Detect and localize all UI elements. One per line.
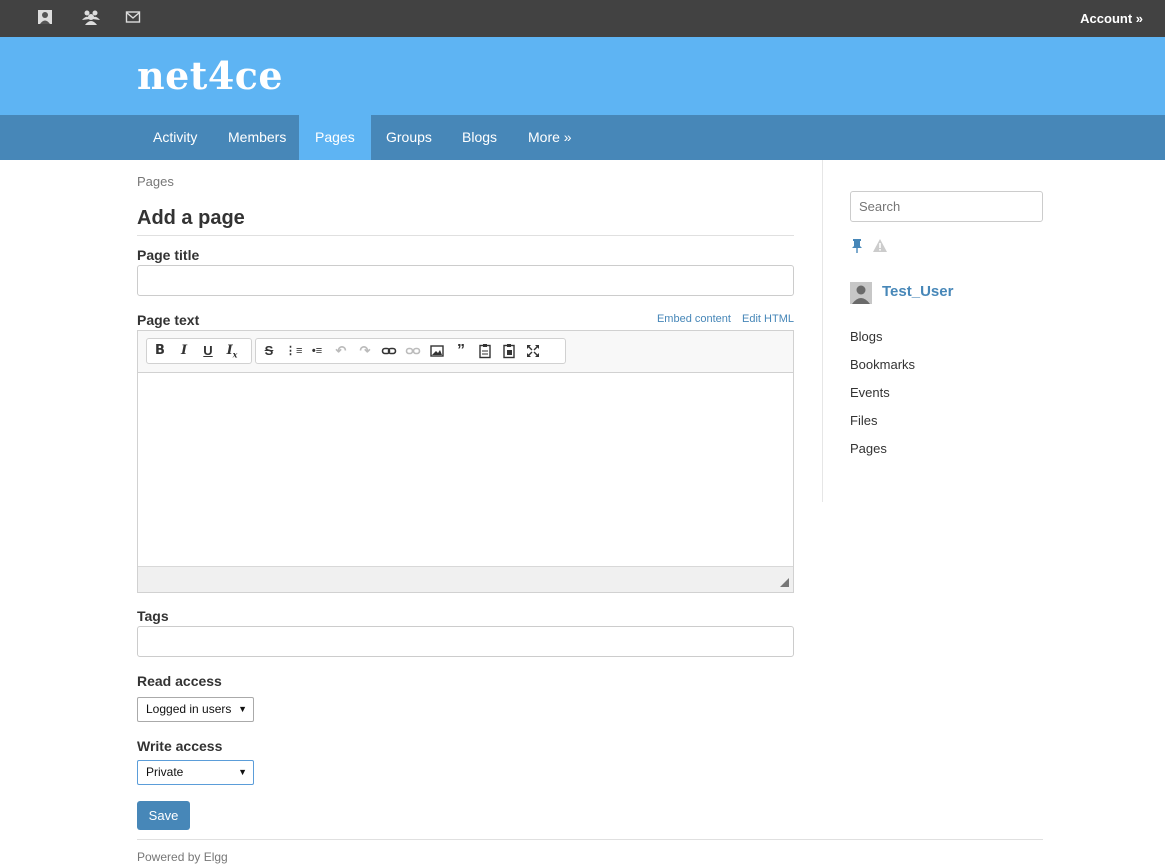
nav-item-blogs[interactable]: Blogs: [446, 115, 513, 160]
rich-text-editor: B I U Ix S ⋮≡ •≡ ↶ ↷ ”: [137, 330, 794, 593]
nav-item-activity[interactable]: Activity: [137, 115, 213, 160]
nav-item-pages[interactable]: Pages: [299, 115, 371, 160]
page-title-label: Page title: [137, 247, 200, 263]
nav-item-groups[interactable]: Groups: [370, 115, 448, 160]
toolbar-group-format: B I U Ix: [146, 338, 252, 364]
sidebar-divider: [822, 160, 823, 502]
tags-input[interactable]: [137, 626, 794, 657]
edit-html-link[interactable]: Edit HTML: [742, 313, 794, 325]
main-nav: Activity Members Pages Groups Blogs More…: [0, 115, 1165, 160]
pin-icon[interactable]: [850, 238, 866, 254]
footer-divider: [137, 839, 1043, 840]
profile-icon[interactable]: [37, 9, 55, 27]
account-menu[interactable]: Account »: [1080, 11, 1143, 26]
user-name-link[interactable]: Test_User: [882, 283, 953, 300]
resize-grip-icon[interactable]: [780, 578, 789, 587]
chevron-down-icon: ▼: [238, 767, 247, 777]
messages-icon[interactable]: [125, 9, 143, 27]
nav-item-members[interactable]: Members: [212, 115, 302, 160]
sidebar-link-files[interactable]: Files: [850, 413, 877, 428]
editor-statusbar: [138, 566, 793, 592]
strikethrough-icon[interactable]: S: [261, 343, 277, 359]
paste-text-icon[interactable]: [477, 343, 493, 359]
read-access-select[interactable]: Logged in users ▼: [137, 697, 254, 722]
nav-item-more[interactable]: More »: [512, 115, 588, 160]
bold-icon[interactable]: B: [152, 343, 168, 359]
undo-icon[interactable]: ↶: [333, 343, 349, 359]
search-input[interactable]: [850, 191, 1043, 222]
paste-word-icon[interactable]: [501, 343, 517, 359]
title-divider: [137, 235, 794, 236]
sidebar-link-pages[interactable]: Pages: [850, 441, 887, 456]
remove-format-icon[interactable]: Ix: [224, 343, 240, 360]
numbered-list-icon[interactable]: ⋮≡: [285, 343, 302, 359]
embed-content-link[interactable]: Embed content: [657, 313, 731, 325]
tags-label: Tags: [137, 608, 169, 624]
site-name[interactable]: net4ce: [137, 53, 283, 98]
page-title: Add a page: [137, 207, 245, 229]
save-button[interactable]: Save: [137, 801, 190, 830]
sidebar-link-events[interactable]: Events: [850, 385, 890, 400]
italic-icon[interactable]: I: [176, 343, 192, 359]
toolbar-group-insert: S ⋮≡ •≡ ↶ ↷ ”: [255, 338, 566, 364]
write-access-select[interactable]: Private ▼: [137, 760, 254, 785]
maximize-icon[interactable]: [525, 343, 541, 359]
redo-icon[interactable]: ↷: [357, 343, 373, 359]
page-text-label: Page text: [137, 312, 200, 328]
image-icon[interactable]: [429, 343, 445, 359]
breadcrumb[interactable]: Pages: [137, 174, 174, 189]
bulleted-list-icon[interactable]: •≡: [309, 343, 325, 359]
site-header: net4ce: [0, 37, 1165, 115]
link-icon[interactable]: [381, 343, 397, 359]
read-access-value: Logged in users: [146, 702, 232, 716]
read-access-label: Read access: [137, 673, 222, 689]
page-title-input[interactable]: [137, 265, 794, 296]
underline-icon[interactable]: U: [200, 343, 216, 359]
blockquote-icon[interactable]: ”: [453, 343, 469, 359]
write-access-value: Private: [146, 765, 184, 779]
footer-powered-by[interactable]: Powered by Elgg: [137, 850, 228, 864]
write-access-label: Write access: [137, 738, 223, 754]
editor-toolbar: B I U Ix S ⋮≡ •≡ ↶ ↷ ”: [138, 331, 793, 373]
topbar: Account »: [0, 0, 1165, 37]
editor-links: Embed content Edit HTML: [649, 313, 794, 325]
chevron-down-icon: ▼: [238, 704, 247, 714]
warning-icon[interactable]: [872, 238, 888, 254]
sidebar-link-blogs[interactable]: Blogs: [850, 329, 883, 344]
unlink-icon[interactable]: [405, 343, 421, 359]
friends-icon[interactable]: [82, 9, 100, 27]
sidebar-link-bookmarks[interactable]: Bookmarks: [850, 357, 915, 372]
avatar[interactable]: [850, 282, 872, 304]
